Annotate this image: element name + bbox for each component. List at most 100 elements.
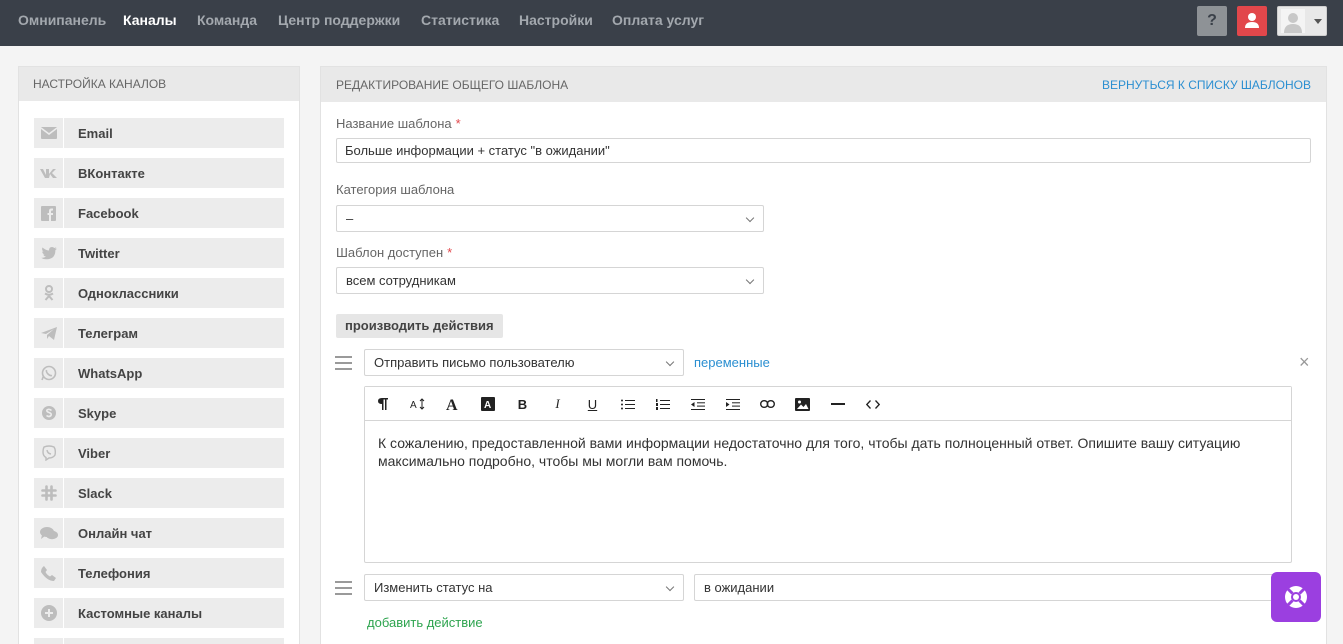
- sidebar-item-slack[interactable]: Slack: [34, 478, 284, 508]
- font-family-icon[interactable]: A: [435, 387, 470, 421]
- outdent-icon[interactable]: [680, 387, 715, 421]
- select-value: всем сотрудникам: [346, 273, 456, 288]
- sidebar-item-vkontakte[interactable]: ВКонтакте: [34, 158, 284, 188]
- select-value: Изменить статус на: [374, 580, 493, 595]
- bold-icon[interactable]: B: [505, 387, 540, 421]
- sidebar-item-custom-channels[interactable]: Кастомные каналы: [34, 598, 284, 628]
- sidebar-item-odnoklassniki[interactable]: Одноклассники: [34, 278, 284, 308]
- user-icon: [1245, 13, 1259, 28]
- sidebar-item-online-chat[interactable]: Онлайн чат: [34, 518, 284, 548]
- sidebar-item-label: WhatsApp: [78, 366, 143, 381]
- svg-text:A: A: [446, 397, 458, 411]
- close-icon[interactable]: ×: [1299, 353, 1310, 371]
- facebook-icon: [34, 198, 64, 228]
- template-access-select[interactable]: всем сотрудникам: [336, 267, 764, 294]
- horizontal-rule-icon[interactable]: [820, 387, 855, 421]
- nav-item-statistics[interactable]: Статистика: [421, 12, 499, 28]
- viber-icon: [34, 438, 64, 468]
- message-editor[interactable]: A A A B I U К сожалению, предоставленной…: [364, 386, 1292, 563]
- sidebar-item-label: ВКонтакте: [78, 166, 145, 181]
- help-button[interactable]: ?: [1197, 6, 1227, 36]
- numbered-list-icon[interactable]: [645, 387, 680, 421]
- template-category-select[interactable]: –: [336, 205, 764, 232]
- sidebar-item-label: Twitter: [78, 246, 120, 261]
- template-name-label: Название шаблона *: [336, 116, 461, 131]
- telegram-icon: [34, 318, 64, 348]
- paragraph-icon[interactable]: [365, 387, 400, 421]
- drag-handle-icon[interactable]: [335, 356, 352, 370]
- chevron-down-icon: [665, 582, 675, 592]
- sidebar-item-twitter[interactable]: Twitter: [34, 238, 284, 268]
- svg-text:A: A: [410, 400, 417, 410]
- select-value: в ожидании: [704, 580, 775, 595]
- nav-item-settings[interactable]: Настройки: [519, 12, 593, 28]
- template-editor-panel: Редактирование общего шаблона Вернуться …: [320, 66, 1327, 644]
- perform-actions-button[interactable]: производить действия: [336, 314, 503, 338]
- chevron-down-icon: [665, 357, 675, 367]
- twitter-icon: [34, 238, 64, 268]
- nav-item-support-center[interactable]: Центр поддержки: [278, 12, 400, 28]
- select-value: Отправить письмо пользователю: [374, 355, 575, 370]
- avatar: [1281, 9, 1305, 33]
- sidebar-item-label: Одноклассники: [78, 286, 179, 301]
- template-name-field[interactable]: Больше информации + статус "в ожидании": [336, 138, 1311, 163]
- lifebuoy-icon: [1285, 586, 1307, 608]
- bullet-list-icon[interactable]: [610, 387, 645, 421]
- indent-icon[interactable]: [715, 387, 750, 421]
- slack-icon: [34, 478, 64, 508]
- editor-toolbar: A A A B I U: [365, 387, 1291, 421]
- sidebar-item-label: Skype: [78, 406, 117, 421]
- font-size-icon[interactable]: A: [400, 387, 435, 421]
- link-icon[interactable]: [750, 387, 785, 421]
- sidebar-item-whatsapp[interactable]: WhatsApp: [34, 358, 284, 388]
- sidebar-item-label: Телеграм: [78, 326, 139, 341]
- sidebar-item-label: Slack: [78, 486, 112, 501]
- channels-settings-panel: Настройка каналов Email ВКонтакте Facebo…: [18, 66, 300, 644]
- nav-item-omnipanel[interactable]: Омнипанель: [18, 12, 106, 28]
- action-type-select[interactable]: Изменить статус на: [364, 574, 684, 601]
- support-widget-button[interactable]: [1271, 572, 1321, 622]
- panel-title: Настройка каналов: [19, 67, 299, 101]
- sidebar-item-telegram[interactable]: Телеграм: [34, 318, 284, 348]
- text-color-icon[interactable]: A: [470, 387, 505, 421]
- nav-item-team[interactable]: Команда: [197, 12, 257, 28]
- sidebar-item-skype[interactable]: Skype: [34, 398, 284, 428]
- svg-text:A: A: [484, 400, 491, 411]
- editor-content[interactable]: К сожалению, предоставленной вами информ…: [378, 434, 1278, 470]
- sidebar-item-facebook[interactable]: Facebook: [34, 198, 284, 228]
- code-view-icon[interactable]: [855, 387, 890, 421]
- sidebar-item-telephony[interactable]: Телефония: [34, 558, 284, 588]
- template-category-label: Категория шаблона: [336, 182, 455, 197]
- sidebar-item-label: Кастомные каналы: [78, 606, 203, 621]
- italic-icon[interactable]: I: [540, 387, 575, 421]
- sidebar-item-email[interactable]: Email: [34, 118, 284, 148]
- phone-icon: [34, 558, 64, 588]
- sidebar-item-more[interactable]: [34, 638, 284, 644]
- drag-handle-icon[interactable]: [335, 581, 352, 595]
- nav-item-channels[interactable]: Каналы: [123, 12, 177, 28]
- add-action-link[interactable]: добавить действие: [367, 615, 483, 630]
- back-to-templates-link[interactable]: Вернуться к списку шаблонов: [1102, 78, 1311, 92]
- plus-circle-icon: [34, 598, 64, 628]
- sidebar-item-label: Телефония: [78, 566, 151, 581]
- action-type-select[interactable]: Отправить письмо пользователю: [364, 349, 684, 376]
- sidebar-item-label: Viber: [78, 446, 111, 461]
- required-mark: *: [455, 116, 461, 131]
- skype-icon: [34, 398, 64, 428]
- sidebar-item-viber[interactable]: Viber: [34, 438, 284, 468]
- profile-menu-button[interactable]: [1277, 6, 1327, 36]
- image-icon[interactable]: [785, 387, 820, 421]
- top-navigation-bar: Омнипанель Каналы Команда Центр поддержк…: [0, 0, 1343, 46]
- sidebar-item-label: Email: [78, 126, 113, 141]
- status-value-select[interactable]: в ожидании: [694, 574, 1294, 601]
- caret-down-icon: [1314, 19, 1322, 24]
- user-status-button[interactable]: [1237, 6, 1267, 36]
- underline-icon[interactable]: U: [575, 387, 610, 421]
- panel-header: Редактирование общего шаблона Вернуться …: [321, 67, 1326, 102]
- variables-link[interactable]: переменные: [694, 355, 770, 370]
- odnoklassniki-icon: [34, 278, 64, 308]
- select-value: –: [346, 211, 354, 226]
- required-mark: *: [447, 245, 453, 260]
- chevron-down-icon: [745, 213, 755, 223]
- nav-item-billing[interactable]: Оплата услуг: [612, 12, 704, 28]
